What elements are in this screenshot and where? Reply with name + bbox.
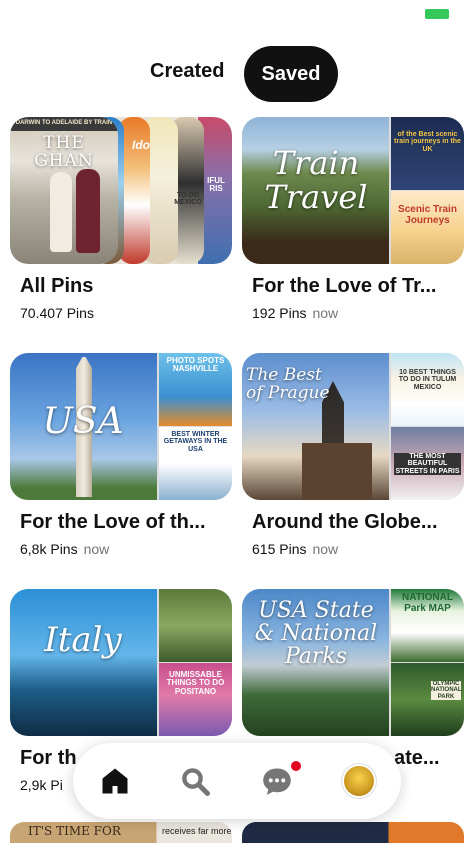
board-cover[interactable]: The Best of Prague 10 BEST THINGS TO DO … <box>242 353 464 500</box>
search-icon <box>182 768 210 796</box>
cover-main-image: USA State & National Parks <box>242 589 389 736</box>
notification-dot <box>291 761 301 771</box>
battery-icon <box>425 9 449 19</box>
board-card-peek[interactable] <box>242 822 464 843</box>
cover-side-text: OLYMPIC NATIONAL PARK <box>431 681 462 700</box>
board-meta: 192 Pins now <box>252 305 338 321</box>
tab-created[interactable]: Created <box>150 60 224 83</box>
cover-side-text: BEST WINTER GETAWAYS IN THE USA <box>163 431 228 453</box>
cover-side-text: of the Best scenic train journeys in the… <box>394 131 461 153</box>
board-title: For the Love of th... <box>20 511 206 533</box>
profile-tabs: Created Saved <box>0 46 474 102</box>
board-meta: 615 Pins now <box>252 541 338 557</box>
board-card-peek[interactable]: IT'S TIME FOR receives far more <box>10 822 232 843</box>
cover-side-text: THE MOST BEAUTIFUL STREETS IN PARIS <box>394 453 461 476</box>
pin-count: 192 Pins <box>252 305 307 321</box>
board-title: ate... <box>394 747 440 769</box>
cover-title: Italy <box>44 620 122 660</box>
cover-side-text: 10 BEST THINGS TO DO IN TULUM MEXICO <box>398 369 457 391</box>
cover-title: USA State & National Parks <box>254 598 378 670</box>
peek-text: receives far more <box>162 826 232 836</box>
avatar <box>344 766 374 796</box>
board-meta: 70.407 Pins <box>20 305 94 321</box>
tab-saved[interactable]: Saved <box>244 46 338 102</box>
cover-side-image: BEST WINTER GETAWAYS IN THE USA <box>159 427 232 500</box>
cover-main-image: DARWIN TO ADELAIDE BY TRAIN THE GHAN <box>10 117 118 264</box>
cover-side-text: PHOTO SPOTS NASHVILLE <box>166 356 225 374</box>
board-title: All Pins <box>20 275 94 297</box>
bottom-nav <box>73 743 401 819</box>
board-cover[interactable]: USA PHOTO SPOTS NASHVILLE BEST WINTER GE… <box>10 353 232 500</box>
cover-main-image: The Best of Prague <box>242 353 389 500</box>
search-button[interactable] <box>173 759 217 803</box>
updated-time: now <box>312 541 339 557</box>
profile-button[interactable] <box>337 759 381 803</box>
cover-side-image: NATIONAL Park MAP <box>391 589 464 662</box>
pin-count: 2,9k Pi <box>20 777 63 793</box>
board-meta: 2,9k Pi <box>20 777 63 793</box>
cover-title: Train Travel <box>264 144 368 216</box>
board-meta: 6,8k Pins now <box>20 541 109 557</box>
cover-side-text: TO DO MEXICO <box>174 192 202 207</box>
cover-side-image: 10 BEST THINGS TO DO IN TULUM MEXICO <box>391 353 464 426</box>
chat-icon <box>263 768 291 795</box>
board-title: For the Love of Tr... <box>252 275 437 297</box>
cover-side-image <box>159 589 232 662</box>
cover-banner-text: DARWIN TO ADELAIDE BY TRAIN <box>15 120 113 126</box>
updated-time: now <box>83 541 110 557</box>
cover-side-text: NATIONAL Park MAP <box>402 592 453 614</box>
cover-title: USA <box>42 401 124 442</box>
cover-headline: THE GHAN <box>34 133 94 171</box>
cover-side-text: UNMISSABLE THINGS TO DO POSITANO <box>166 670 225 696</box>
cover-side-image: Scenic Train Journeys <box>391 191 464 264</box>
board-title: Around the Globe... <box>252 511 438 533</box>
cover-title: The Best of Prague <box>246 365 330 403</box>
cover-side-image: PHOTO SPOTS NASHVILLE <box>159 353 232 426</box>
peek-text: IT'S TIME FOR <box>28 824 121 838</box>
messages-button[interactable] <box>255 759 301 803</box>
updated-time: now <box>312 305 339 321</box>
cover-side-image: UNMISSABLE THINGS TO DO POSITANO <box>159 663 232 736</box>
cover-side-text: Ido <box>132 138 150 152</box>
cover-side-text: IFUL RIS <box>207 176 225 194</box>
cover-side-image: THE MOST BEAUTIFUL STREETS IN PARIS <box>391 427 464 500</box>
cover-side-text: Scenic Train Journeys <box>398 204 457 226</box>
pin-count: 6,8k Pins <box>20 541 78 557</box>
board-cover[interactable]: Train Travel of the Best scenic train jo… <box>242 117 464 264</box>
cover-side-image: OLYMPIC NATIONAL PARK <box>391 663 464 736</box>
cover-side-image: of the Best scenic train journeys in the… <box>391 117 464 190</box>
board-cover[interactable]: Italy UNMISSABLE THINGS TO DO POSITANO <box>10 589 232 736</box>
home-button[interactable] <box>93 759 137 803</box>
cover-main-image: Italy <box>10 589 157 736</box>
home-icon <box>102 768 128 794</box>
pin-count: 70.407 Pins <box>20 305 94 321</box>
board-cover[interactable]: USA State & National Parks NATIONAL Park… <box>242 589 464 736</box>
cover-main-image: Train Travel <box>242 117 389 264</box>
cover-main-image: USA <box>10 353 157 500</box>
pin-count: 615 Pins <box>252 541 307 557</box>
board-cover[interactable]: DARWIN TO ADELAIDE BY TRAIN THE GHAN Ido… <box>10 117 232 264</box>
board-title: For th <box>20 747 77 769</box>
